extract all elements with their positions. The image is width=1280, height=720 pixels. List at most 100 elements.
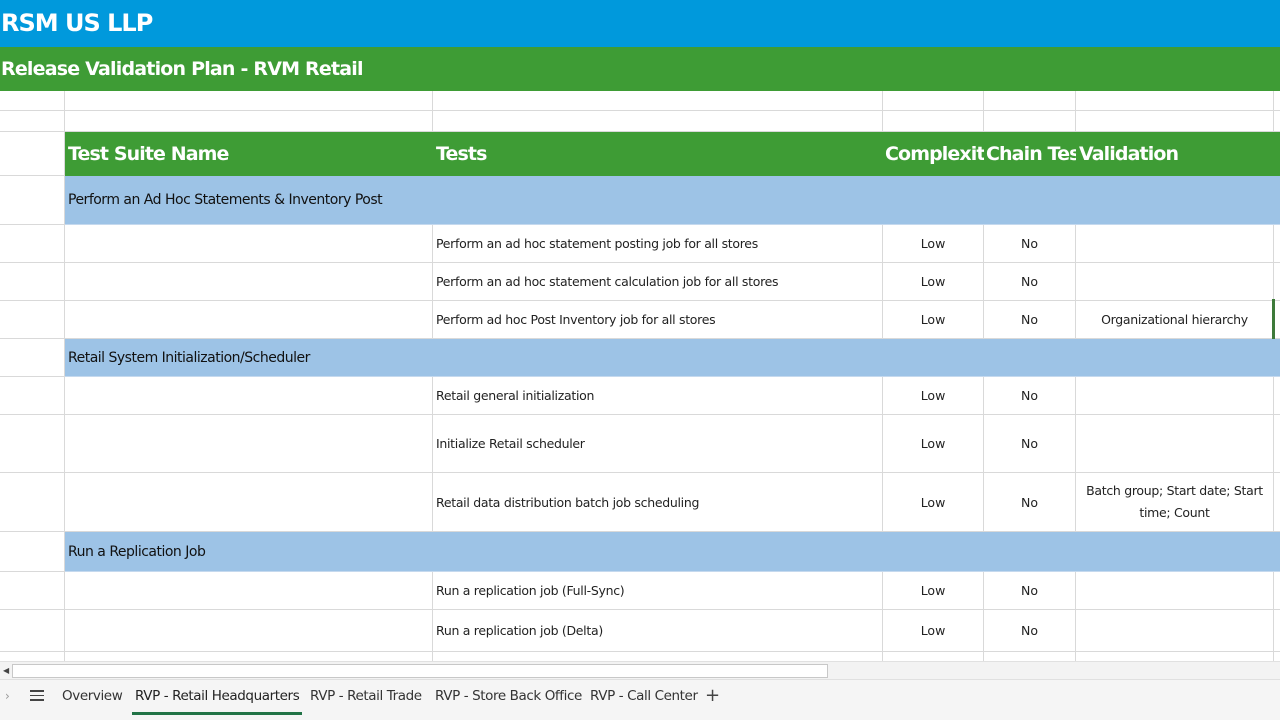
header-next-column[interactable] bbox=[1274, 132, 1280, 176]
grid-cell[interactable] bbox=[1274, 652, 1280, 661]
grid-cell[interactable] bbox=[433, 652, 883, 661]
chain-test-cell[interactable]: No bbox=[984, 473, 1076, 532]
grid-cell[interactable] bbox=[65, 473, 433, 532]
tab-rvp-call-center[interactable]: RVP - Call Center bbox=[587, 680, 701, 718]
chain-test-cell[interactable]: No bbox=[984, 415, 1076, 473]
grid-cell[interactable] bbox=[1274, 473, 1280, 532]
scrollbar-thumb[interactable] bbox=[12, 664, 828, 678]
grid-cell[interactable] bbox=[1274, 111, 1280, 132]
grid-cell[interactable] bbox=[1274, 91, 1280, 111]
grid-cell[interactable] bbox=[65, 225, 433, 263]
sheet-nav-arrow-icon[interactable]: › bbox=[5, 689, 10, 703]
grid-cell[interactable] bbox=[65, 377, 433, 415]
validation-cell[interactable] bbox=[1076, 225, 1274, 263]
header-complexity[interactable]: Complexity bbox=[883, 132, 984, 176]
test-cell[interactable]: Perform ad hoc Post Inventory job for al… bbox=[433, 301, 883, 339]
grid-cell[interactable] bbox=[984, 91, 1076, 111]
grid-cell[interactable] bbox=[0, 176, 65, 225]
header-chain-test[interactable]: Chain Test bbox=[984, 132, 1076, 176]
complexity-cell[interactable]: Low bbox=[883, 301, 984, 339]
chain-test-cell[interactable]: No bbox=[984, 263, 1076, 301]
grid-cell[interactable] bbox=[433, 91, 883, 111]
grid-cell[interactable] bbox=[984, 111, 1076, 132]
grid-cell[interactable] bbox=[1274, 377, 1280, 415]
complexity-cell[interactable]: Low bbox=[883, 263, 984, 301]
grid-cell[interactable] bbox=[0, 415, 65, 473]
chain-test-cell[interactable]: No bbox=[984, 377, 1076, 415]
grid-cell[interactable] bbox=[0, 91, 65, 111]
grid-cell[interactable] bbox=[65, 652, 433, 661]
chain-test-cell[interactable]: No bbox=[984, 301, 1076, 339]
tab-overview[interactable]: Overview bbox=[59, 680, 125, 718]
grid-cell[interactable] bbox=[65, 572, 433, 610]
group-name[interactable]: Run a Replication Job bbox=[65, 532, 1280, 572]
test-cell[interactable]: Perform an ad hoc statement posting job … bbox=[433, 225, 883, 263]
grid-cell[interactable] bbox=[1076, 111, 1274, 132]
grid-cell[interactable] bbox=[65, 610, 433, 652]
complexity-cell[interactable]: Low bbox=[883, 377, 984, 415]
tab-rvp-store-back-office[interactable]: RVP - Store Back Office bbox=[432, 680, 585, 718]
grid-cell[interactable] bbox=[1274, 225, 1280, 263]
grid-cell[interactable] bbox=[0, 301, 65, 339]
test-cell[interactable]: Retail general initialization bbox=[433, 377, 883, 415]
grid-cell[interactable] bbox=[0, 225, 65, 263]
grid-cell[interactable] bbox=[1076, 652, 1274, 661]
chain-test-cell[interactable]: No bbox=[984, 572, 1076, 610]
tab-rvp-retail-trade[interactable]: RVP - Retail Trade bbox=[307, 680, 425, 718]
grid-cell[interactable] bbox=[433, 111, 883, 132]
validation-cell[interactable] bbox=[1076, 263, 1274, 301]
grid-cell[interactable] bbox=[1076, 91, 1274, 111]
tab-rvp-retail-headquarters[interactable]: RVP - Retail Headquarters bbox=[132, 680, 303, 718]
test-cell[interactable]: Retail data distribution batch job sched… bbox=[433, 473, 883, 532]
group-name[interactable]: Perform an Ad Hoc Statements & Inventory… bbox=[65, 176, 1280, 225]
grid-cell[interactable] bbox=[0, 652, 65, 661]
grid-cell[interactable] bbox=[65, 263, 433, 301]
grid-cell[interactable] bbox=[65, 415, 433, 473]
grid-cell[interactable] bbox=[1274, 263, 1280, 301]
header-test-suite-name[interactable]: Test Suite Name bbox=[65, 132, 433, 176]
test-cell[interactable]: Initialize Retail scheduler bbox=[433, 415, 883, 473]
complexity-cell[interactable]: Low bbox=[883, 572, 984, 610]
grid-cell[interactable] bbox=[984, 652, 1076, 661]
grid-cell[interactable] bbox=[0, 263, 65, 301]
test-cell[interactable]: Perform an ad hoc statement calculation … bbox=[433, 263, 883, 301]
validation-cell[interactable] bbox=[1076, 415, 1274, 473]
grid-cell[interactable] bbox=[65, 91, 433, 111]
validation-cell[interactable] bbox=[1076, 572, 1274, 610]
group-name[interactable]: Retail System Initialization/Scheduler bbox=[65, 339, 1280, 377]
complexity-cell[interactable]: Low bbox=[883, 473, 984, 532]
grid-cell[interactable] bbox=[883, 91, 984, 111]
chain-test-cell[interactable]: No bbox=[984, 610, 1076, 652]
validation-cell[interactable] bbox=[1076, 377, 1274, 415]
grid-cell[interactable] bbox=[0, 339, 65, 377]
add-sheet-icon[interactable]: + bbox=[705, 685, 720, 706]
test-cell[interactable]: Run a replication job (Delta) bbox=[433, 610, 883, 652]
scroll-left-icon[interactable]: ◀ bbox=[3, 666, 9, 675]
grid-cell[interactable] bbox=[0, 473, 65, 532]
horizontal-scrollbar[interactable]: ◀ bbox=[0, 661, 1280, 679]
grid-cell[interactable] bbox=[0, 111, 65, 132]
validation-cell[interactable]: Batch group; Start date; Start time; Cou… bbox=[1076, 473, 1274, 532]
grid-cell[interactable] bbox=[0, 532, 65, 572]
complexity-cell[interactable]: Low bbox=[883, 415, 984, 473]
grid-cell[interactable] bbox=[0, 572, 65, 610]
grid-cell[interactable] bbox=[0, 132, 65, 176]
header-validation[interactable]: Validation bbox=[1076, 132, 1274, 176]
grid-cell[interactable] bbox=[883, 652, 984, 661]
grid-cell[interactable] bbox=[883, 111, 984, 132]
grid-cell[interactable] bbox=[65, 111, 433, 132]
validation-cell[interactable]: Organizational hierarchy bbox=[1076, 301, 1274, 339]
test-cell[interactable]: Run a replication job (Full-Sync) bbox=[433, 572, 883, 610]
grid-cell[interactable] bbox=[1274, 572, 1280, 610]
grid-cell[interactable] bbox=[0, 610, 65, 652]
spreadsheet-grid[interactable]: Test Suite Name Tests Complexity Chain T… bbox=[0, 91, 1280, 661]
header-tests[interactable]: Tests bbox=[433, 132, 883, 176]
grid-cell[interactable] bbox=[1274, 610, 1280, 652]
complexity-cell[interactable]: Low bbox=[883, 225, 984, 263]
grid-cell[interactable] bbox=[65, 301, 433, 339]
grid-cell[interactable] bbox=[1274, 415, 1280, 473]
all-sheets-menu-icon[interactable] bbox=[30, 687, 44, 703]
grid-cell[interactable] bbox=[0, 377, 65, 415]
complexity-cell[interactable]: Low bbox=[883, 610, 984, 652]
validation-cell[interactable] bbox=[1076, 610, 1274, 652]
